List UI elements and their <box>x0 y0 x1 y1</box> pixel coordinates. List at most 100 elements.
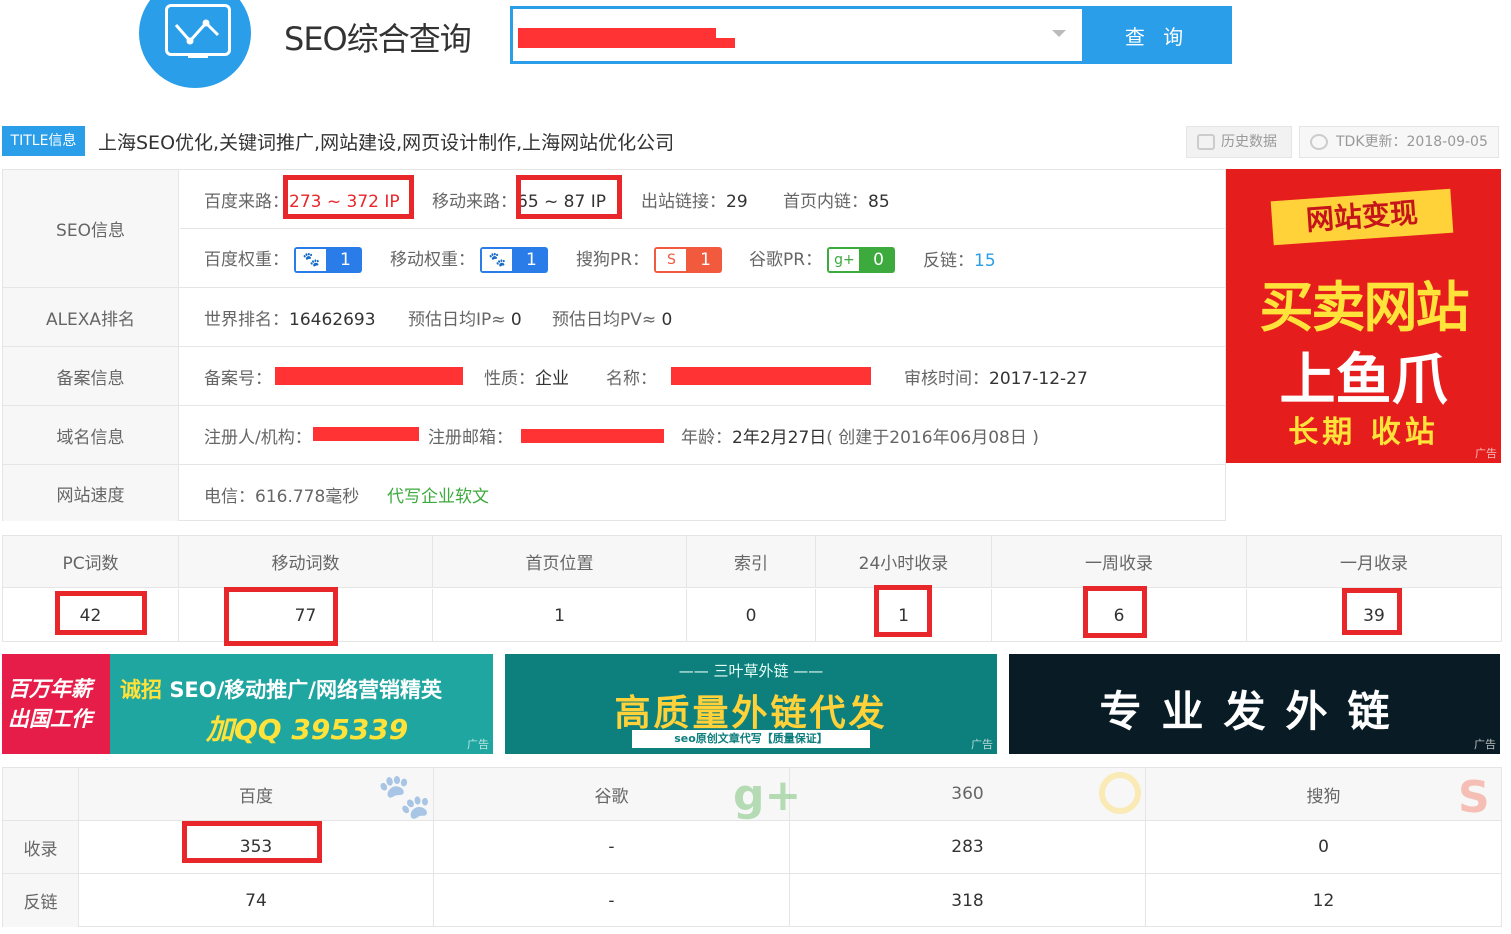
alexa-row: ALEXA排名 世界排名：16462693 预估日均IP≈ 0 预估日均PV≈ … <box>3 288 1225 347</box>
home-links-value: 85 <box>868 192 890 212</box>
header-week: 一周收录 <box>992 536 1247 588</box>
seo-info-table: SEO信息 百度来路：273 ~ 372 IP 移动来路：65 ~ 87 IP … <box>2 169 1226 521</box>
ad-recruit-text: 诚招 SEO/移动推广/网络营销精英 <box>120 678 442 702</box>
highlight-box <box>874 585 932 637</box>
search-360-icon <box>1099 772 1141 814</box>
google-backlinks: - <box>434 874 790 927</box>
world-rank-value: 16462693 <box>289 310 376 330</box>
sogou-pr-label: 搜狗PR： <box>576 250 650 270</box>
age-value: 2年2月27日 <box>732 428 827 448</box>
header-index: 索引 <box>687 536 816 588</box>
ad-line-3: 上鱼爪 <box>1279 348 1448 413</box>
audit-label: 审核时间： <box>904 369 989 389</box>
sogou-indexed[interactable]: 0 <box>1146 821 1501 874</box>
baidu-source-label: 百度来路： <box>204 192 289 212</box>
google-pr-badge[interactable]: g+ 0 <box>827 247 896 273</box>
row-label: SEO信息 <box>3 170 179 287</box>
value-home-position: 1 <box>433 589 687 642</box>
history-label: 历史数据 <box>1221 134 1277 150</box>
outlinks-value: 29 <box>726 192 748 212</box>
header-blank <box>3 768 79 821</box>
sogou-pr-badge[interactable]: S1 <box>654 247 723 273</box>
highlight-box <box>1083 586 1147 638</box>
ad-brand: —— 三叶草外链 —— <box>678 662 824 680</box>
header-24h: 24小时收录 <box>816 536 992 588</box>
ad-mark: 广告 <box>971 738 993 751</box>
tdk-label: TDK更新：2018-09-05 <box>1336 134 1488 150</box>
mobile-source-label: 移动来路： <box>432 192 517 212</box>
ad-qq: 加QQ 395339 <box>206 713 409 746</box>
chevron-down-icon[interactable] <box>1052 30 1066 37</box>
paw-icon: 🐾 <box>480 247 515 273</box>
backlinks-label: 反链： <box>923 251 974 271</box>
ad-mark: 广告 <box>1474 738 1496 751</box>
paw-icon: 🐾 <box>294 247 329 273</box>
backlinks-link[interactable]: 15 <box>974 251 996 271</box>
google-plus-icon: g+ <box>827 247 862 273</box>
ad-banner-pro-links[interactable]: 专业发外链 广告 <box>1009 654 1500 754</box>
world-rank-label: 世界排名： <box>204 310 289 330</box>
redacted-domain-tail <box>700 38 735 48</box>
header-360: 360 <box>790 768 1146 821</box>
header-mobile-words: 移动词数 <box>179 536 433 588</box>
ad-banner-backlinks[interactable]: —— 三叶草外链 —— 高质量外链代发 seo原创文章代写【质量保证】 广告 <box>505 654 997 754</box>
highlight-box <box>55 591 147 635</box>
daily-ip-value: 0 <box>510 310 522 330</box>
row-label-indexed: 收录 <box>3 821 79 874</box>
row-label: ALEXA排名 <box>3 288 179 346</box>
redacted-icp <box>275 367 463 385</box>
divider <box>180 228 1225 229</box>
ad-line-2: 买卖网站 <box>1259 276 1470 339</box>
baidu-backlinks[interactable]: 74 <box>79 874 434 927</box>
360-indexed[interactable]: 283 <box>790 821 1146 874</box>
history-button[interactable]: 历史数据 <box>1186 126 1292 158</box>
header-sogou: 搜狗 <box>1146 768 1501 821</box>
ad-mark: 广告 <box>1475 447 1497 460</box>
header-pc-words: PC词数 <box>3 536 179 588</box>
search-button[interactable]: 查 询 <box>1082 6 1232 64</box>
ad-sub: seo原创文章代写【质量保证】 <box>632 730 870 748</box>
icp-row: 备案信息 备案号： 性质：企业 名称： 审核时间：2017-12-27 <box>3 347 1225 406</box>
domain-row: 域名信息 注册人/机构： 注册邮箱： 年龄：2年2月27日( 创建于2016年0… <box>3 406 1225 465</box>
sogou-backlinks[interactable]: 12 <box>1146 874 1501 927</box>
sogou-icon: S <box>1458 772 1490 823</box>
value-index: 0 <box>687 589 816 642</box>
ad-main: 高质量外链代发 <box>614 693 888 734</box>
ad-mark: 广告 <box>467 738 489 751</box>
ad-main: 专业发外链 <box>1099 687 1410 736</box>
header-month: 一月收录 <box>1247 536 1501 588</box>
audit-value: 2017-12-27 <box>989 369 1088 389</box>
ad-banner-right[interactable]: 网站变现 买卖网站 上鱼爪 长期 收站 广告 <box>1226 169 1501 463</box>
daily-pv-label: 预估日均PV≈ <box>552 310 657 330</box>
header-home-position: 首页位置 <box>433 536 687 588</box>
ad-banner-recruit[interactable]: 百万年薪出国工作 诚招 SEO/移动推广/网络营销精英 加QQ 395339 广… <box>2 654 493 754</box>
monitor-stand <box>188 55 208 58</box>
mobile-weight-badge[interactable]: 🐾 1 <box>480 247 549 273</box>
highlight-box <box>283 175 414 219</box>
ad-line-4: 长期 收站 <box>1288 415 1439 450</box>
ad-left-text: 百万年薪出国工作 <box>2 654 110 754</box>
nature-label: 性质： <box>484 369 535 389</box>
google-plus-icon: g+ <box>733 770 802 821</box>
age-label: 年龄： <box>681 428 732 448</box>
highlight-box <box>224 587 338 646</box>
redacted-domain <box>518 28 716 48</box>
tdk-update[interactable]: TDK更新：2018-09-05 <box>1299 126 1499 158</box>
registrant-label: 注册人/机构： <box>204 428 312 448</box>
redacted-name <box>671 367 871 385</box>
database-icon <box>1197 134 1215 150</box>
refresh-icon <box>1310 134 1328 150</box>
google-pr-label: 谷歌PR： <box>749 250 823 270</box>
email-label: 注册邮箱： <box>428 428 513 448</box>
softtext-link[interactable]: 代写企业软文 <box>387 482 489 507</box>
redacted-email <box>521 429 664 443</box>
row-label: 备案信息 <box>3 347 179 405</box>
highlight-box <box>516 175 622 219</box>
title-tag: TITLE信息 <box>2 126 85 156</box>
created-date: ( 创建于2016年06月08日 ) <box>826 428 1039 448</box>
nature-value: 企业 <box>535 369 569 389</box>
360-backlinks[interactable]: 318 <box>790 874 1146 927</box>
home-links-label: 首页内链： <box>783 192 868 212</box>
row-label-backlinks: 反链 <box>3 874 79 927</box>
baidu-weight-badge[interactable]: 🐾 1 <box>294 247 363 273</box>
